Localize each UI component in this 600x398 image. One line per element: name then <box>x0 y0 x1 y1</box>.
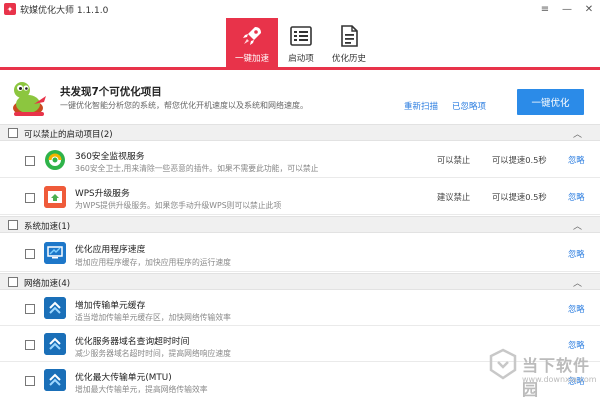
item-checkbox[interactable] <box>25 249 35 259</box>
close-icon[interactable]: ✕ <box>578 0 600 18</box>
item-description: 适当增加传输单元缓存区，加快网络传输效率 <box>75 313 231 322</box>
app-logo-icon: ✦ <box>4 3 16 15</box>
tab-startup-items[interactable]: 启动项 <box>275 18 327 67</box>
group-checkbox[interactable] <box>8 220 18 230</box>
group-header-system[interactable]: 系统加速(1) ︿ <box>0 216 600 233</box>
tab-optimize-history[interactable]: 优化历史 <box>323 18 375 67</box>
item-checkbox[interactable] <box>25 156 35 166</box>
title-bar: ✦ 软媒优化大师 1.1.1.0 <box>0 0 600 18</box>
group-header-network[interactable]: 网络加速(4) ︿ <box>0 273 600 290</box>
item-status: 可以禁止 <box>437 155 471 165</box>
startup-list-icon <box>288 23 314 49</box>
scan-summary: 共发现7个可优化项目 一键优化智能分析您的系统，帮您优化开机速度以及系统和网络速… <box>0 72 600 122</box>
summary-description: 一键优化智能分析您的系统，帮您优化开机速度以及系统和网络速度。 <box>60 101 308 110</box>
item-speedup: 可以提速0.5秒 <box>492 192 547 202</box>
item-description: 减少服务器域名超时时间，提高网络响应速度 <box>75 349 231 358</box>
tab-label: 优化历史 <box>331 54 366 64</box>
mascot-icon <box>8 78 50 118</box>
item-description: 增加最大传输单元，提高网络传输效率 <box>75 385 208 394</box>
item-description: 为WPS提供升级服务。如果您手动升级WPS则可以禁止此项 <box>75 201 282 210</box>
network-upload-icon <box>44 369 66 391</box>
list-item: 优化应用程序速度 增加应用程序缓存，加快应用程序的运行速度 忽略 <box>0 234 600 272</box>
window-title: 软媒优化大师 1.1.1.0 <box>20 5 109 16</box>
network-upload-icon <box>44 333 66 355</box>
360-shield-icon <box>44 149 66 171</box>
tab-one-click-speedup[interactable]: 一键加速 <box>226 18 278 67</box>
item-name: 优化应用程序速度 <box>75 245 146 255</box>
ignore-link[interactable]: 忽略 <box>568 248 585 260</box>
wps-upgrade-icon <box>44 186 66 208</box>
rocket-icon <box>239 23 265 49</box>
collapse-caret-icon[interactable]: ︿ <box>573 276 582 289</box>
network-upload-icon <box>44 297 66 319</box>
summary-title: 共发现7个可优化项目 <box>60 86 162 98</box>
item-name: WPS升级服务 <box>75 189 130 199</box>
item-speedup: 可以提速0.5秒 <box>492 155 547 165</box>
ignore-link[interactable]: 忽略 <box>568 303 585 315</box>
tab-label: 启动项 <box>288 54 314 64</box>
item-description: 360安全卫士,用来清除一些恶意的插件。如果不需要此功能，可以禁止 <box>75 164 319 173</box>
item-name: 优化最大传输单元(MTU) <box>75 373 172 383</box>
list-item: 增加传输单元缓存 适当增加传输单元缓存区，加快网络传输效率 忽略 <box>0 291 600 326</box>
collapse-caret-icon[interactable]: ︿ <box>573 127 582 140</box>
item-name: 360安全监视服务 <box>75 152 145 162</box>
item-name: 增加传输单元缓存 <box>75 301 146 311</box>
watermark-url: www.downxia.com <box>522 375 597 384</box>
group-title: 网络加速(4) <box>24 279 71 289</box>
collapse-caret-icon[interactable]: ︿ <box>573 219 582 232</box>
item-description: 增加应用程序缓存，加快应用程序的运行速度 <box>75 258 231 267</box>
ignored-items-link[interactable]: 已忽略项 <box>452 100 486 112</box>
ignore-link[interactable]: 忽略 <box>568 154 585 166</box>
list-item: WPS升级服务 为WPS提供升级服务。如果您手动升级WPS则可以禁止此项 建议禁… <box>0 179 600 215</box>
menu-icon[interactable]: ≡ <box>534 0 556 18</box>
watermark-logo-icon <box>488 348 518 380</box>
item-checkbox[interactable] <box>25 376 35 386</box>
watermark: 当下软件园 www.downxia.com <box>482 344 600 398</box>
rescan-link[interactable]: 重新扫描 <box>404 100 438 112</box>
item-checkbox[interactable] <box>25 340 35 350</box>
item-checkbox[interactable] <box>25 193 35 203</box>
item-status: 建议禁止 <box>437 192 471 202</box>
item-name: 优化服务器域名查询超时时间 <box>75 337 190 347</box>
list-item: 360安全监视服务 360安全卫士,用来清除一些恶意的插件。如果不需要此功能，可… <box>0 142 600 178</box>
tab-label: 一键加速 <box>234 54 269 64</box>
window-controls: ≡ — ✕ <box>534 0 600 18</box>
group-checkbox[interactable] <box>8 277 18 287</box>
group-checkbox[interactable] <box>8 128 18 138</box>
monitor-icon <box>44 242 66 264</box>
item-checkbox[interactable] <box>25 304 35 314</box>
history-document-icon <box>336 23 362 49</box>
group-title: 可以禁止的启动项目(2) <box>24 130 113 140</box>
group-title: 系统加速(1) <box>24 222 71 232</box>
group-header-startup[interactable]: 可以禁止的启动项目(2) ︿ <box>0 124 600 141</box>
minimize-icon[interactable]: — <box>556 0 578 18</box>
one-click-optimize-button[interactable]: 一键优化 <box>517 89 584 115</box>
ignore-link[interactable]: 忽略 <box>568 191 585 203</box>
nav-tabs: 一键加速 启动项 优化历史 <box>0 18 600 70</box>
